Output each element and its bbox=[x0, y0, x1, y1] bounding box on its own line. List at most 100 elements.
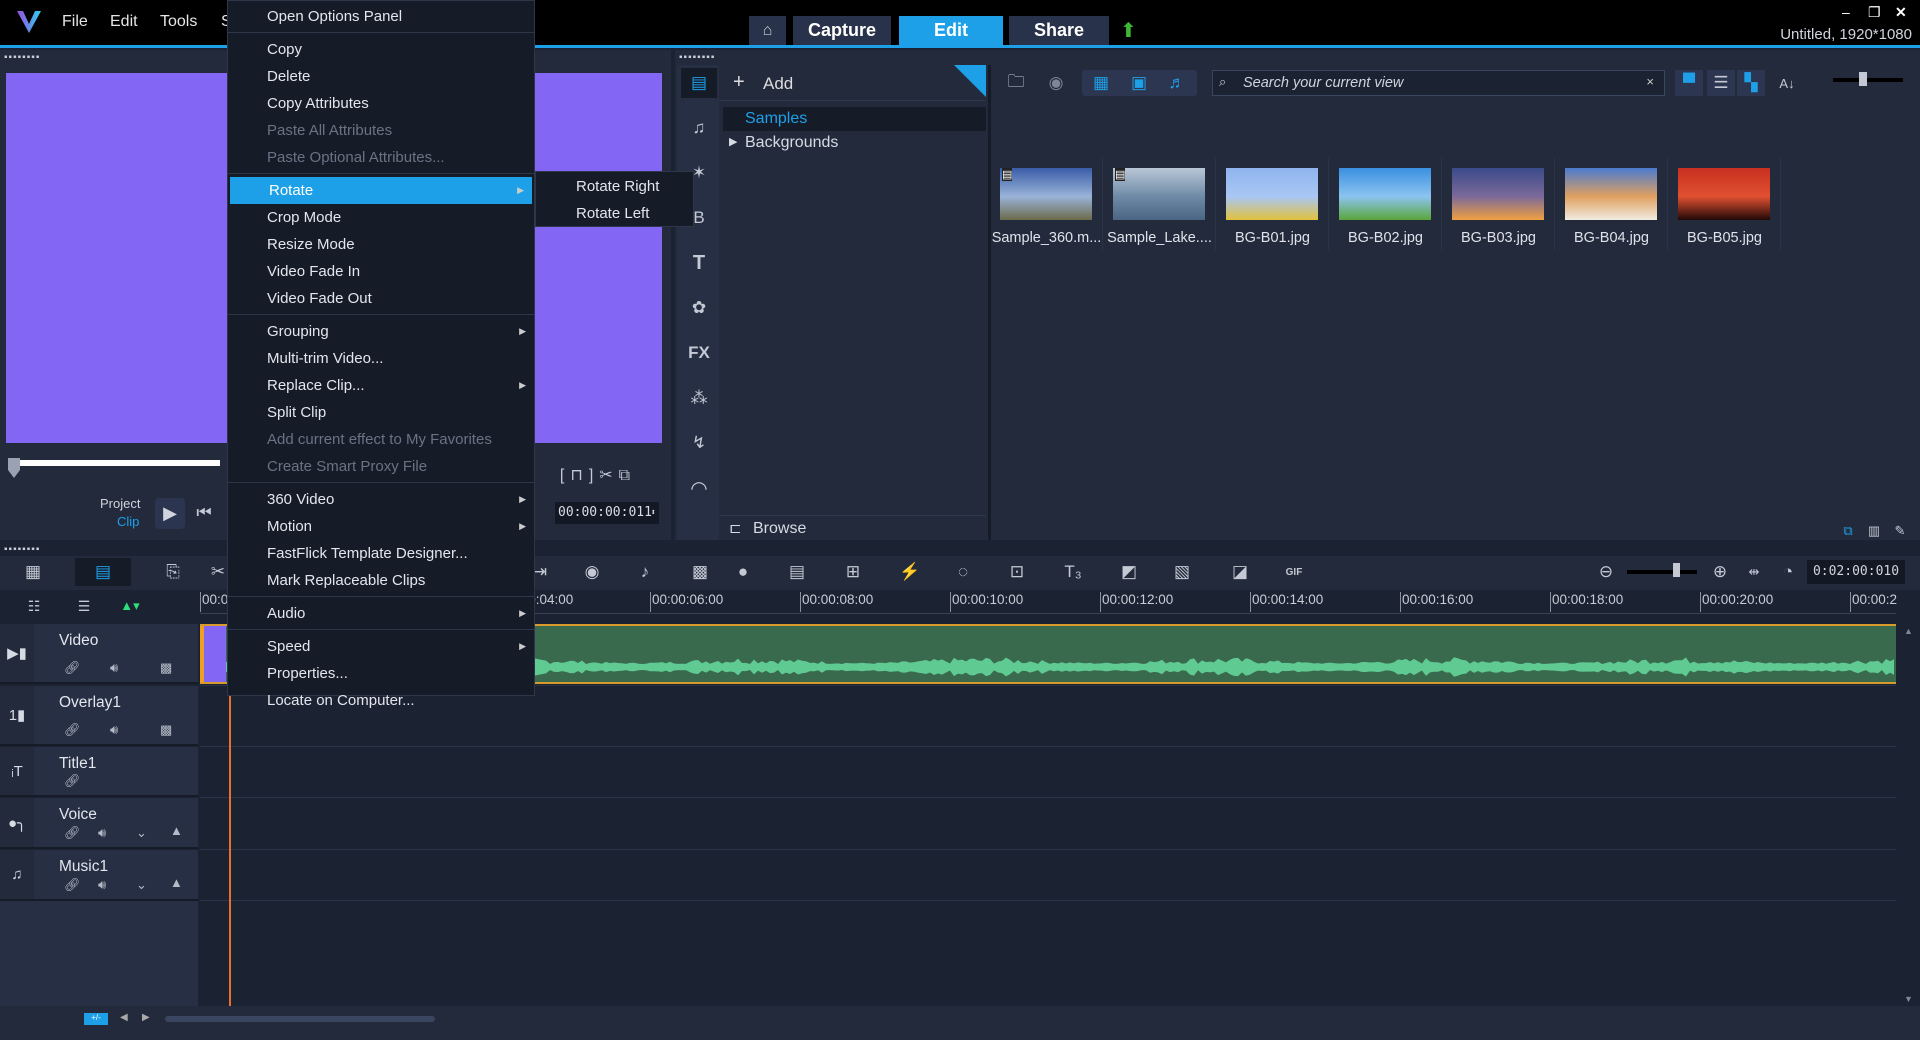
link-icon[interactable]: 🔗︎ bbox=[64, 877, 81, 893]
menu-item-rotate[interactable]: Rotate ▶ bbox=[230, 177, 532, 204]
tab-edit[interactable]: Edit bbox=[899, 16, 1003, 45]
menu-item-rotate-left[interactable]: Rotate Left bbox=[536, 200, 693, 227]
gif-creator-icon[interactable]: GIF bbox=[1277, 558, 1311, 586]
audio-ducking-icon[interactable]: ▲ bbox=[170, 823, 183, 838]
tree-item-samples[interactable]: Samples bbox=[723, 107, 986, 131]
sort-az-icon[interactable]: A↓ bbox=[1775, 70, 1799, 96]
menu-item-grouping[interactable]: Grouping ▶ bbox=[228, 318, 534, 345]
menu-item-split-clip[interactable]: Split Clip bbox=[228, 399, 534, 426]
library-thumbnail[interactable]: BG-B02.jpg bbox=[1329, 158, 1442, 250]
menu-item-motion[interactable]: Motion ▶ bbox=[228, 513, 534, 540]
speedometer-icon[interactable]: ◠ bbox=[681, 473, 717, 503]
path-icon[interactable]: ↯ bbox=[681, 428, 717, 458]
track-lane[interactable] bbox=[200, 747, 1896, 798]
3d-title-icon[interactable]: T₃ bbox=[1056, 558, 1090, 586]
menu-item-speed[interactable]: Speed ▶ bbox=[228, 633, 534, 660]
minimize-button[interactable]: – bbox=[1842, 4, 1850, 20]
menu-item-video-fade-out[interactable]: Video Fade Out bbox=[228, 285, 534, 312]
timeline-view-icon[interactable]: ▤ bbox=[75, 558, 131, 586]
track-lane[interactable] bbox=[200, 798, 1896, 850]
library-option-icon[interactable]: ⧉ bbox=[1837, 522, 1859, 540]
browse-button[interactable]: ⊏ Browse bbox=[719, 515, 986, 540]
add-track-icon[interactable]: ☰ bbox=[70, 594, 98, 618]
library-thumbnail[interactable]: ▤ Sample_Lake.... bbox=[1103, 158, 1216, 250]
list-view-button[interactable]: ☰ bbox=[1707, 70, 1735, 96]
menu-item-resize-mode[interactable]: Resize Mode bbox=[228, 231, 534, 258]
menu-item-copy[interactable]: Copy bbox=[228, 36, 534, 63]
track-lane[interactable] bbox=[200, 850, 1896, 901]
menu-item-video-fade-in[interactable]: Video Fade In bbox=[228, 258, 534, 285]
vertical-scrollbar[interactable]: ▲ ▼ bbox=[1898, 624, 1920, 1006]
library-thumbnail[interactable]: BG-B03.jpg bbox=[1442, 158, 1555, 250]
menu-edit[interactable]: Edit bbox=[110, 13, 138, 31]
thumbnail-view-button[interactable]: ▀ bbox=[1675, 70, 1703, 96]
menu-item-replace-clip[interactable]: Replace Clip... ▶ bbox=[228, 372, 534, 399]
scroll-left-icon[interactable]: ◀ bbox=[120, 1012, 128, 1023]
zoom-badge-icon[interactable]: +/- bbox=[84, 1013, 108, 1025]
capture-icon[interactable]: ◉ bbox=[1043, 70, 1069, 96]
menu-item-mark-replaceable-clips[interactable]: Mark Replaceable Clips bbox=[228, 567, 534, 594]
tab-capture[interactable]: Capture bbox=[793, 16, 891, 45]
transparency-icon[interactable]: ▩ bbox=[160, 722, 172, 738]
undo-icon[interactable]: ⎘ bbox=[156, 558, 190, 586]
close-button[interactable]: ✕ bbox=[1895, 4, 1907, 21]
mute-icon[interactable]: 🔊︎ bbox=[110, 722, 118, 738]
record-capture-icon[interactable]: ◉ bbox=[575, 558, 609, 586]
library-edit-icon[interactable]: ✎ bbox=[1889, 522, 1911, 540]
show-audio-icon[interactable]: ♬ bbox=[1161, 70, 1193, 96]
menu-tools[interactable]: Tools bbox=[160, 13, 197, 31]
menu-item-copy-attributes[interactable]: Copy Attributes bbox=[228, 90, 534, 117]
trim-tools-icons[interactable]: [⊓]✂⧉ bbox=[548, 464, 648, 486]
library-thumbnail[interactable]: BG-B05.jpg bbox=[1668, 158, 1781, 250]
slider-thumb[interactable] bbox=[1859, 72, 1867, 86]
fx-filter-icon[interactable]: FX bbox=[681, 338, 717, 368]
menu-item-multi-trim-video[interactable]: Multi-trim Video... bbox=[228, 345, 534, 372]
menu-item-rotate-right[interactable]: Rotate Right bbox=[536, 173, 693, 200]
mute-icon[interactable]: 🔊︎ bbox=[110, 660, 118, 676]
painting-creator-icon[interactable]: ◪ bbox=[1223, 558, 1257, 586]
scrubber-bar[interactable] bbox=[10, 460, 220, 466]
auto-music-icon[interactable]: ▩ bbox=[683, 558, 717, 586]
library-thumbnail[interactable]: BG-B01.jpg bbox=[1216, 158, 1329, 250]
track-header-voice[interactable]: ●╮ Voice 🔗︎ 🔊︎ ⌄ ▲ bbox=[0, 798, 198, 849]
instant-project-icon[interactable]: ♫ bbox=[681, 113, 717, 143]
timeline-zoom-thumb[interactable] bbox=[1673, 563, 1680, 577]
subtitle-editor-icon[interactable]: ▤ bbox=[780, 558, 814, 586]
pan-zoom-icon[interactable]: ⊡ bbox=[1000, 558, 1034, 586]
menu-item-delete[interactable]: Delete bbox=[228, 63, 534, 90]
thumbnail-size-slider[interactable] bbox=[1833, 78, 1903, 82]
pin-icon[interactable] bbox=[954, 65, 986, 97]
home-tab[interactable]: ⌂ bbox=[749, 16, 786, 45]
menu-item-open-options-panel[interactable]: Open Options Panel bbox=[228, 3, 534, 30]
audio-mixer-icon[interactable]: ♪ bbox=[628, 558, 662, 586]
library-thumbnail[interactable]: BG-B04.jpg bbox=[1555, 158, 1668, 250]
library-layout-icon[interactable]: ▥ bbox=[1863, 522, 1885, 540]
multi-camera-icon[interactable]: ⊞ bbox=[836, 558, 870, 586]
mute-icon[interactable]: 🔊︎ bbox=[98, 877, 106, 893]
link-icon[interactable]: 🔗︎ bbox=[64, 825, 81, 841]
menu-item-locate-on-computer[interactable]: Locate on Computer... bbox=[228, 687, 534, 714]
clip-mode-label[interactable]: Clip bbox=[117, 514, 139, 529]
fit-project-icon[interactable]: ⇹ bbox=[1742, 560, 1766, 584]
chapter-cue-icon[interactable]: ▲▾ bbox=[116, 594, 144, 618]
track-header-music1[interactable]: ♫ Music1 🔗︎ 🔊︎ ⌄ ▲ bbox=[0, 850, 198, 901]
timeline-zoom-slider[interactable] bbox=[1627, 570, 1697, 574]
video-stabilize-icon[interactable]: ▧ bbox=[1165, 558, 1199, 586]
track-header-overlay1[interactable]: 1▮ Overlay1 🔗︎ 🔊︎ ▩ bbox=[0, 686, 198, 746]
link-icon[interactable]: 🔗︎ bbox=[64, 773, 81, 789]
add-button[interactable]: + Add bbox=[719, 65, 986, 101]
time-remapping-icon[interactable]: ⚡ bbox=[893, 558, 927, 586]
ripple-icon[interactable]: ⌄ bbox=[136, 877, 147, 893]
project-mode-label[interactable]: Project bbox=[100, 496, 140, 511]
link-icon[interactable]: 🔗︎ bbox=[64, 660, 81, 676]
zoom-in-icon[interactable]: ⊕ bbox=[1708, 560, 1732, 584]
show-photos-icon[interactable]: ▣ bbox=[1123, 70, 1155, 96]
mask-creator-icon[interactable]: ◌ bbox=[946, 558, 980, 586]
track-header-title1[interactable]: ᵢT Title1 🔗︎ bbox=[0, 747, 198, 797]
go-to-start-button[interactable]: ⏮ bbox=[194, 502, 214, 524]
grid-view-button[interactable]: ▚ bbox=[1737, 70, 1765, 96]
search-input[interactable]: ⌕ Search your current view × bbox=[1212, 70, 1665, 96]
track-manager-icon[interactable]: ☷ bbox=[20, 594, 48, 618]
motion-tracking-icon[interactable]: ● bbox=[726, 558, 760, 586]
horizontal-scrollbar[interactable] bbox=[165, 1016, 435, 1022]
